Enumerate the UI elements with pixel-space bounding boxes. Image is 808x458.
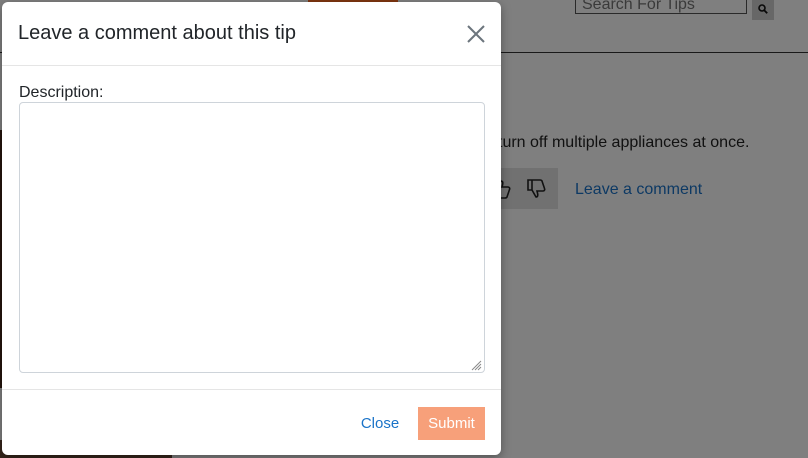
modal-footer: Close Submit [2,389,501,455]
description-label: Description: [19,84,104,101]
comment-modal: Leave a comment about this tip Descripti… [2,2,501,455]
modal-header: Leave a comment about this tip [2,2,501,66]
resize-grip-icon[interactable] [471,360,482,371]
description-textarea[interactable] [19,102,485,373]
modal-title: Leave a comment about this tip [18,22,296,44]
close-icon[interactable] [465,23,487,45]
close-button[interactable]: Close [351,407,409,440]
submit-button[interactable]: Submit [418,407,485,440]
modal-body: Description: [2,66,501,389]
